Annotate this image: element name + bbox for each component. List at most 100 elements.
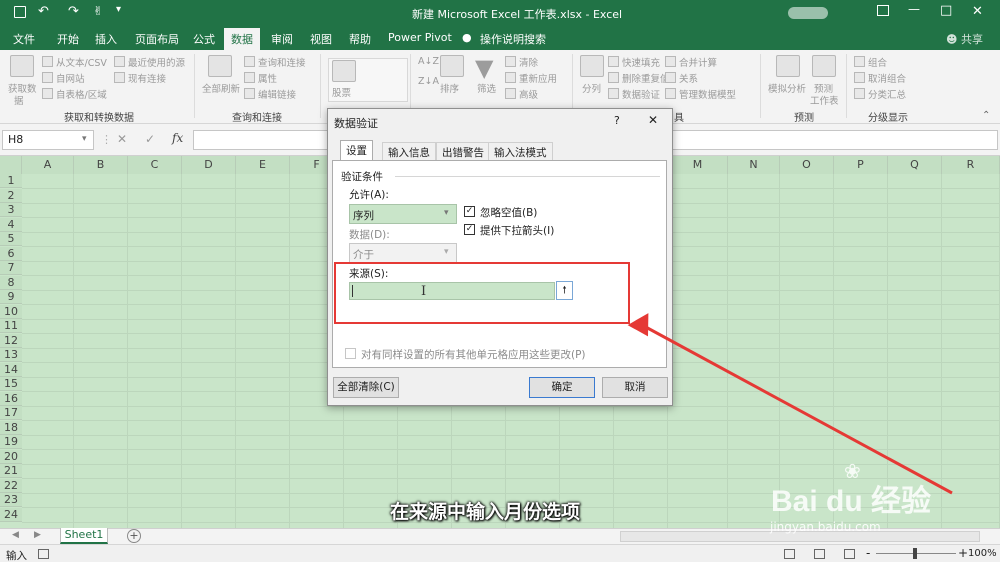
tab-insert[interactable]: 插入 [95, 31, 117, 47]
zoom-level[interactable]: 100% [968, 548, 997, 559]
ungroup-button[interactable]: 取消组合 [868, 71, 906, 85]
row-header-19[interactable]: 19 [0, 435, 22, 449]
column-header-e[interactable]: E [236, 156, 290, 174]
sort-az-button[interactable]: A↓Z [418, 56, 439, 67]
column-header-m[interactable]: M [668, 156, 728, 174]
tab-view[interactable]: 视图 [310, 31, 332, 47]
save-icon[interactable] [14, 6, 26, 18]
scroll-left-icon[interactable]: ◀ [12, 530, 19, 540]
row-header-22[interactable]: 22 [0, 478, 22, 493]
apply-all-checkbox[interactable] [345, 348, 356, 359]
from-text-csv-button[interactable]: 从文本/CSV [56, 55, 107, 69]
edit-links-button[interactable]: 编辑链接 [258, 87, 296, 101]
row-header-8[interactable]: 8 [0, 275, 22, 290]
help-button[interactable]: ? [614, 114, 620, 127]
sort-za-button[interactable]: Z↓A [418, 76, 439, 87]
forecast-sheet-line2[interactable]: 工作表 [810, 93, 839, 107]
text-to-columns-button[interactable]: 分列 [582, 81, 601, 95]
row-header-14[interactable]: 14 [0, 362, 22, 377]
macro-record-icon[interactable] [38, 549, 49, 559]
row-header-10[interactable]: 10 [0, 304, 22, 319]
manage-data-model-button[interactable]: 管理数据模型 [679, 87, 736, 101]
cancel-entry-icon[interactable]: ✕ [117, 132, 127, 146]
clear-all-button[interactable]: 全部清除(C) [333, 377, 399, 398]
sort-button[interactable]: 排序 [440, 81, 459, 95]
row-header-11[interactable]: 11 [0, 319, 22, 333]
allow-select[interactable]: 序列 ▾ [349, 204, 457, 224]
ribbon-display-icon[interactable] [877, 5, 889, 16]
name-box[interactable]: H8 [2, 130, 94, 150]
existing-connections-button[interactable]: 现有连接 [128, 71, 166, 85]
row-header-20[interactable]: 20 [0, 449, 22, 464]
tab-power-pivot[interactable]: Power Pivot [388, 31, 452, 44]
clear-button[interactable]: 清除 [519, 55, 538, 69]
flash-fill-button[interactable]: 快速填充 [622, 55, 660, 69]
tab-file[interactable]: 文件 [13, 31, 35, 47]
column-header-a[interactable]: A [22, 156, 74, 174]
row-header-24[interactable]: 24 [0, 507, 22, 522]
name-box-dropdown-icon[interactable]: ▾ [82, 134, 87, 144]
stock-button[interactable]: 股票 [332, 85, 351, 99]
normal-view-icon[interactable] [784, 549, 795, 559]
redo-icon[interactable]: ↷ [68, 4, 79, 19]
column-header-b[interactable]: B [74, 156, 128, 174]
row-header-15[interactable]: 15 [0, 377, 22, 391]
tab-ime-mode[interactable]: 输入法模式 [488, 142, 553, 160]
touch-mode-icon[interactable]: ✌ [93, 4, 103, 18]
group-button[interactable]: 组合 [868, 55, 887, 69]
row-header-17[interactable]: 17 [0, 406, 22, 420]
row-header-12[interactable]: 12 [0, 333, 22, 348]
queries-connections-button[interactable]: 查询和连接 [258, 55, 306, 69]
zoom-out-button[interactable]: - [866, 546, 870, 560]
column-header-q[interactable]: Q [888, 156, 942, 174]
what-if-button[interactable]: 模拟分析 [768, 81, 806, 95]
customize-qat-icon[interactable]: ▾ [116, 4, 121, 15]
row-header-7[interactable]: 7 [0, 261, 22, 275]
row-header-23[interactable]: 23 [0, 493, 22, 507]
row-header-6[interactable]: 6 [0, 246, 22, 261]
data-validation-button[interactable]: 数据验证 [622, 87, 660, 101]
subtotal-button[interactable]: 分类汇总 [868, 87, 906, 101]
select-all-corner[interactable] [0, 156, 22, 174]
remove-duplicates-button[interactable]: 删除重复值 [622, 71, 670, 85]
row-header-16[interactable]: 16 [0, 391, 22, 406]
row-header-3[interactable]: 3 [0, 203, 22, 217]
tab-input-message[interactable]: 输入信息 [382, 142, 436, 160]
share-button[interactable]: ☻ 共享 [946, 31, 983, 47]
page-layout-view-icon[interactable] [814, 549, 825, 559]
advanced-button[interactable]: 高级 [519, 87, 538, 101]
dialog-close-button[interactable]: ✕ [648, 113, 658, 127]
page-break-view-icon[interactable] [844, 549, 855, 559]
tell-me-search[interactable]: 操作说明搜索 [480, 31, 546, 47]
tab-help[interactable]: 帮助 [349, 31, 371, 47]
zoom-in-button[interactable]: + [958, 546, 968, 560]
relationships-button[interactable]: 关系 [679, 71, 698, 85]
dropdown-arrow-checkbox[interactable]: ✓ [464, 224, 475, 235]
reapply-button[interactable]: 重新应用 [519, 71, 557, 85]
row-header-13[interactable]: 13 [0, 348, 22, 362]
tab-home[interactable]: 开始 [57, 31, 79, 47]
maximize-button[interactable]: □ [940, 3, 952, 18]
tab-settings[interactable]: 设置 [340, 140, 373, 161]
column-header-n[interactable]: N [728, 156, 780, 174]
row-header-1[interactable]: 1 [0, 174, 22, 188]
column-header-p[interactable]: P [834, 156, 888, 174]
minimize-button[interactable]: — [908, 2, 920, 16]
tab-review[interactable]: 审阅 [271, 31, 293, 47]
confirm-entry-icon[interactable]: ✓ [145, 132, 155, 146]
row-header-21[interactable]: 21 [0, 464, 22, 478]
tab-data[interactable]: 数据 [224, 28, 260, 50]
add-sheet-button[interactable]: + [127, 529, 141, 543]
insert-function-button[interactable]: fx [172, 131, 183, 145]
undo-icon[interactable]: ↶ [38, 4, 49, 19]
tab-formulas[interactable]: 公式 [193, 31, 215, 47]
refresh-all-button[interactable]: 全部刷新 [202, 81, 240, 95]
row-header-2[interactable]: 2 [0, 188, 22, 203]
close-button[interactable]: ✕ [972, 4, 983, 19]
column-header-r[interactable]: R [942, 156, 1000, 174]
get-data-button-line2[interactable]: 据 [14, 93, 24, 107]
row-header-9[interactable]: 9 [0, 290, 22, 304]
zoom-thumb[interactable] [913, 548, 917, 559]
collapse-ribbon-icon[interactable]: ⌃ [982, 110, 990, 121]
tab-error-alert[interactable]: 出错警告 [436, 142, 490, 160]
